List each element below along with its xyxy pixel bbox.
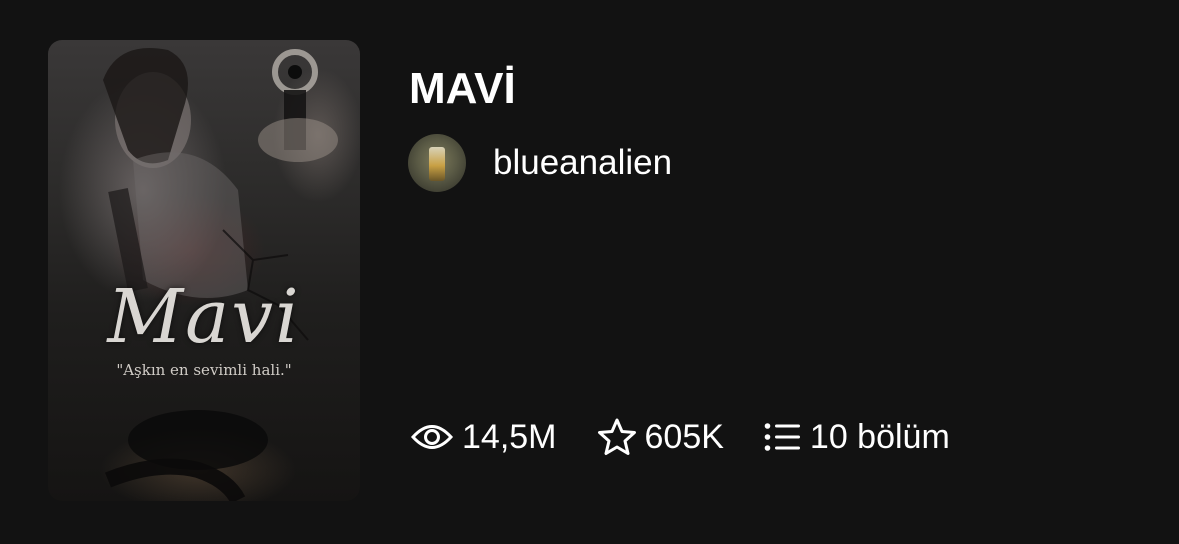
avatar-figure (429, 147, 445, 181)
votes-count: 605K (644, 417, 724, 456)
parts-count: 10 bölüm (809, 417, 950, 456)
cover-title-text: Mavi (107, 274, 301, 360)
author-name[interactable]: blueanalien (493, 143, 672, 183)
cover-tagline-text: "Aşkın en sevimli hali." (116, 361, 292, 379)
list-icon (764, 422, 802, 452)
story-stats: 14,5M 605K 10 bölüm (410, 414, 950, 460)
star-icon (597, 418, 637, 456)
parts-stat: 10 bölüm (764, 418, 950, 457)
reads-count: 14,5M (462, 417, 557, 456)
cover-artwork (103, 48, 338, 501)
reads-stat: 14,5M (410, 418, 557, 457)
avatar[interactable] (408, 134, 466, 192)
story-card[interactable]: Mavi "Aşkın en sevimli hali." MAVİ bluea… (0, 0, 1179, 544)
story-title[interactable]: MAVİ (409, 62, 516, 116)
author-link[interactable]: blueanalien (408, 133, 672, 193)
eye-icon (410, 422, 454, 452)
votes-stat: 605K (597, 418, 724, 457)
cover-image[interactable]: Mavi "Aşkın en sevimli hali." (48, 40, 360, 501)
